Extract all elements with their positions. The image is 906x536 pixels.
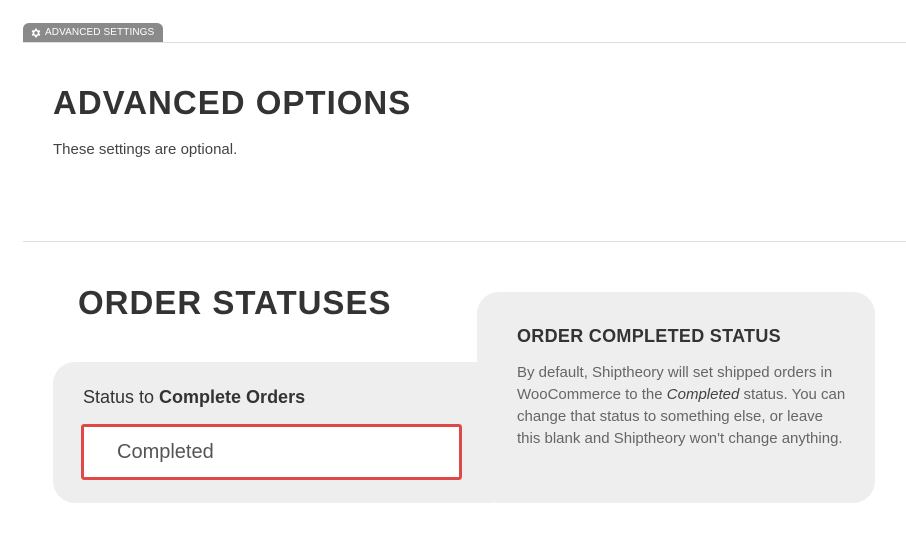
advanced-settings-tab[interactable]: ADVANCED SETTINGS [23,23,163,42]
field-label-prefix: Status to [83,387,160,407]
section-title: ORDER STATUSES [78,284,392,321]
complete-orders-status-select[interactable]: Completed [81,424,462,480]
tab-label: ADVANCED SETTINGS [45,27,155,38]
top-divider [23,42,906,43]
field-label: Status to Complete Orders [83,387,305,408]
page-subtitle: These settings are optional. [53,141,238,158]
section-divider [23,241,906,242]
help-title: ORDER COMPLETED STATUS [517,326,781,346]
select-value: Completed [117,440,214,463]
gear-icon [30,27,42,39]
page-title: ADVANCED OPTIONS [53,84,412,121]
help-text: By default, Shiptheory will set shipped … [517,362,849,450]
help-text-emphasis: Completed [666,386,740,403]
field-label-strong: Complete Orders [159,387,306,407]
